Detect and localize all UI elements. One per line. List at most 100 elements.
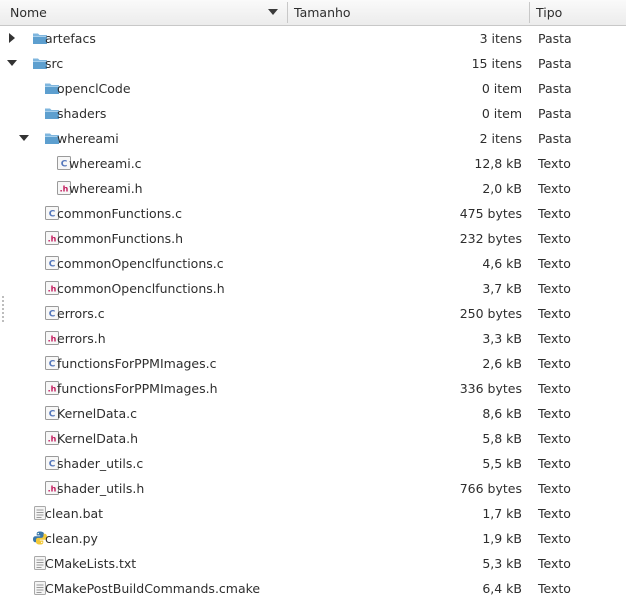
file-size: 4,6 kB bbox=[482, 256, 522, 271]
file-row-kerneldata-h[interactable]: .h KernelData.h 5,8 kB Texto bbox=[0, 426, 626, 451]
column-header-size-label: Tamanho bbox=[294, 5, 351, 20]
file-size: 3,7 kB bbox=[482, 281, 522, 296]
column-header-name[interactable]: Nome bbox=[0, 0, 287, 25]
file-name: shaders bbox=[57, 106, 107, 121]
file-type: Texto bbox=[538, 481, 571, 496]
file-row-cmakelists-txt[interactable]: CMakeLists.txt 5,3 kB Texto bbox=[0, 551, 626, 576]
file-size: 0 item bbox=[481, 106, 522, 121]
file-name: whereami.c bbox=[69, 156, 142, 171]
file-size: 12,8 kB bbox=[474, 156, 522, 171]
file-name: CMakeLists.txt bbox=[45, 556, 137, 571]
file-row-cmakepostbuildcommands-cmake[interactable]: CMakePostBuildCommands.cmake 6,4 kB Texto bbox=[0, 576, 626, 601]
file-name: artefacs bbox=[45, 31, 96, 46]
file-type: Texto bbox=[538, 456, 571, 471]
file-name: errors.h bbox=[57, 331, 106, 346]
column-header-size[interactable]: Tamanho bbox=[288, 0, 529, 25]
file-size: 15 itens bbox=[471, 56, 522, 71]
pane-resize-grip[interactable] bbox=[2, 296, 4, 322]
file-type: Texto bbox=[538, 231, 571, 246]
file-type: Texto bbox=[538, 581, 571, 596]
file-type: Texto bbox=[538, 431, 571, 446]
file-name: shader_utils.c bbox=[57, 456, 144, 471]
column-header-name-label: Nome bbox=[10, 5, 47, 20]
file-type: Texto bbox=[538, 156, 571, 171]
file-type: Texto bbox=[538, 306, 571, 321]
svg-text:C: C bbox=[49, 410, 56, 420]
file-row-functionsforppmimages-h[interactable]: .h functionsForPPMImages.h 336 bytes Texto bbox=[0, 376, 626, 401]
file-type: Texto bbox=[538, 281, 571, 296]
file-name: commonFunctions.c bbox=[57, 206, 182, 221]
svg-text:.h: .h bbox=[48, 485, 57, 494]
file-name: src bbox=[45, 56, 64, 71]
column-header-type[interactable]: Tipo bbox=[530, 0, 626, 25]
file-row-errors-h[interactable]: .h errors.h 3,3 kB Texto bbox=[0, 326, 626, 351]
svg-text:C: C bbox=[49, 260, 56, 270]
file-row-commonopenclfunctions-h[interactable]: .h commonOpenclfunctions.h 3,7 kB Texto bbox=[0, 276, 626, 301]
file-row-commonfunctions-h[interactable]: .h commonFunctions.h 232 bytes Texto bbox=[0, 226, 626, 251]
file-row-errors-c[interactable]: Cerrors.c 250 bytes Texto bbox=[0, 301, 626, 326]
svg-text:.h: .h bbox=[48, 335, 57, 344]
file-row-functionsforppmimages-c[interactable]: CfunctionsForPPMImages.c 2,6 kB Texto bbox=[0, 351, 626, 376]
file-name: whereami.h bbox=[69, 181, 143, 196]
svg-text:C: C bbox=[49, 310, 56, 320]
svg-text:C: C bbox=[49, 460, 56, 470]
file-name: whereami bbox=[57, 131, 119, 146]
svg-text:C: C bbox=[61, 160, 68, 170]
file-name: KernelData.h bbox=[57, 431, 139, 446]
file-size: 3 itens bbox=[479, 31, 522, 46]
file-size: 0 item bbox=[481, 81, 522, 96]
file-size: 336 bytes bbox=[459, 381, 522, 396]
file-size: 5,5 kB bbox=[482, 456, 522, 471]
file-name: commonFunctions.h bbox=[57, 231, 184, 246]
expander-collapsed-icon[interactable] bbox=[7, 33, 17, 43]
file-size: 3,3 kB bbox=[482, 331, 522, 346]
file-size: 2,6 kB bbox=[482, 356, 522, 371]
file-row-commonfunctions-c[interactable]: CcommonFunctions.c 475 bytes Texto bbox=[0, 201, 626, 226]
file-row-clean-py[interactable]: clean.py 1,9 kB Texto bbox=[0, 526, 626, 551]
svg-text:C: C bbox=[49, 210, 56, 220]
file-name: commonOpenclfunctions.c bbox=[57, 256, 224, 271]
file-name: openclCode bbox=[57, 81, 131, 96]
file-type: Texto bbox=[538, 331, 571, 346]
svg-text:.h: .h bbox=[48, 285, 57, 294]
file-row-commonopenclfunctions-c[interactable]: CcommonOpenclfunctions.c 4,6 kB Texto bbox=[0, 251, 626, 276]
file-row-shader-utils-c[interactable]: Cshader_utils.c 5,5 kB Texto bbox=[0, 451, 626, 476]
file-type: Texto bbox=[538, 531, 571, 546]
file-name: CMakePostBuildCommands.cmake bbox=[45, 581, 261, 596]
svg-text:.h: .h bbox=[48, 385, 57, 394]
file-row-shader-utils-h[interactable]: .h shader_utils.h 766 bytes Texto bbox=[0, 476, 626, 501]
file-row-whereami-h[interactable]: .h whereami.h 2,0 kB Texto bbox=[0, 176, 626, 201]
file-size: 232 bytes bbox=[459, 231, 522, 246]
file-row-shaders[interactable]: shaders 0 item Pasta bbox=[0, 101, 626, 126]
expander-expanded-icon[interactable] bbox=[7, 58, 17, 68]
file-size: 250 bytes bbox=[459, 306, 522, 321]
file-name: commonOpenclfunctions.h bbox=[57, 281, 225, 296]
file-size: 475 bytes bbox=[459, 206, 522, 221]
file-name: clean.py bbox=[45, 531, 98, 546]
file-type: Pasta bbox=[538, 31, 572, 46]
file-row-artefacs[interactable]: artefacs 3 itens Pasta bbox=[0, 26, 626, 51]
file-row-openclcode[interactable]: openclCode 0 item Pasta bbox=[0, 76, 626, 101]
file-name: clean.bat bbox=[45, 506, 104, 521]
file-type: Pasta bbox=[538, 131, 572, 146]
file-size: 766 bytes bbox=[459, 481, 522, 496]
file-row-kerneldata-c[interactable]: C KernelData.c 8,6 kB Texto bbox=[0, 401, 626, 426]
file-size: 5,8 kB bbox=[482, 431, 522, 446]
file-row-whereami[interactable]: whereami 2 itens Pasta bbox=[0, 126, 626, 151]
file-type: Pasta bbox=[538, 81, 572, 96]
file-row-src[interactable]: src 15 itens Pasta bbox=[0, 51, 626, 76]
file-name: functionsForPPMImages.h bbox=[57, 381, 218, 396]
file-type: Texto bbox=[538, 356, 571, 371]
sort-descending-icon bbox=[268, 9, 278, 15]
svg-text:C: C bbox=[49, 360, 56, 370]
column-header: Nome Tamanho Tipo bbox=[0, 0, 626, 26]
svg-text:.h: .h bbox=[60, 185, 69, 194]
file-row-whereami-c[interactable]: Cwhereami.c 12,8 kB Texto bbox=[0, 151, 626, 176]
svg-text:.h: .h bbox=[48, 435, 57, 444]
file-row-clean-bat[interactable]: clean.bat 1,7 kB Texto bbox=[0, 501, 626, 526]
file-size: 2,0 kB bbox=[482, 181, 522, 196]
expander-expanded-icon[interactable] bbox=[19, 133, 29, 143]
file-type: Pasta bbox=[538, 56, 572, 71]
file-size: 1,9 kB bbox=[482, 531, 522, 546]
file-type: Texto bbox=[538, 206, 571, 221]
